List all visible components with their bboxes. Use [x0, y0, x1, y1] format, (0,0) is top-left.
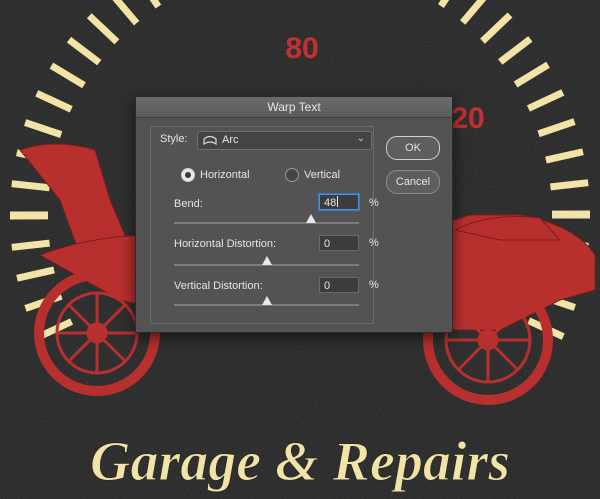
gauge-tick	[550, 179, 589, 191]
bend-slider-thumb[interactable]	[305, 214, 316, 223]
style-label: Style:	[160, 133, 188, 145]
gauge-tick	[11, 180, 50, 192]
horizontal-distortion-input[interactable]: 0	[319, 235, 359, 251]
headline-garage-repairs: Garage & Repairs	[90, 431, 510, 493]
horizontal-distortion-slider[interactable]	[174, 256, 359, 266]
bend-label: Bend:	[174, 198, 203, 210]
gauge-tick	[11, 239, 50, 251]
vertical-distortion-slider[interactable]	[174, 296, 359, 306]
horizontal-distortion-label: Horizontal Distortion:	[174, 238, 277, 250]
gauge-label-20: 20	[451, 102, 484, 135]
cancel-button[interactable]: Cancel	[386, 170, 440, 194]
horizontal-radio[interactable]: Horizontal	[181, 168, 250, 182]
horizontal-label: Horizontal	[200, 169, 250, 181]
vertical-distortion-slider-thumb[interactable]	[261, 296, 272, 305]
horizontal-distortion-percent: %	[369, 237, 379, 249]
ok-button[interactable]: OK	[386, 136, 440, 160]
style-dropdown[interactable]: Arc ⌄	[197, 131, 372, 150]
warp-text-dialog: Warp Text Style: Arc ⌄ Horizontal Vertic…	[135, 96, 453, 333]
warp-settings-group: Style: Arc ⌄ Horizontal Vertical Bend: 4…	[150, 126, 379, 324]
chevron-down-icon: ⌄	[356, 133, 365, 144]
horizontal-distortion-value: 0	[324, 238, 331, 250]
bend-value: 48	[324, 197, 337, 209]
bend-input[interactable]: 48	[319, 194, 359, 210]
bend-slider[interactable]	[174, 214, 359, 224]
vertical-radio[interactable]: Vertical	[285, 168, 340, 182]
gauge-label-80: 80	[285, 32, 318, 65]
horizontal-distortion-slider-thumb[interactable]	[261, 256, 272, 265]
style-value: Arc	[222, 134, 239, 146]
dialog-title: Warp Text	[136, 97, 452, 118]
vertical-distortion-input[interactable]: 0	[319, 277, 359, 293]
arc-warp-icon	[203, 135, 217, 149]
radio-unselected-icon	[285, 168, 299, 182]
vertical-distortion-value: 0	[324, 280, 331, 292]
vertical-label: Vertical	[304, 169, 341, 181]
radio-selected-icon	[181, 168, 195, 182]
bend-percent: %	[369, 197, 379, 209]
vertical-distortion-label: Vertical Distortion:	[174, 280, 263, 292]
vertical-distortion-percent: %	[369, 279, 379, 291]
